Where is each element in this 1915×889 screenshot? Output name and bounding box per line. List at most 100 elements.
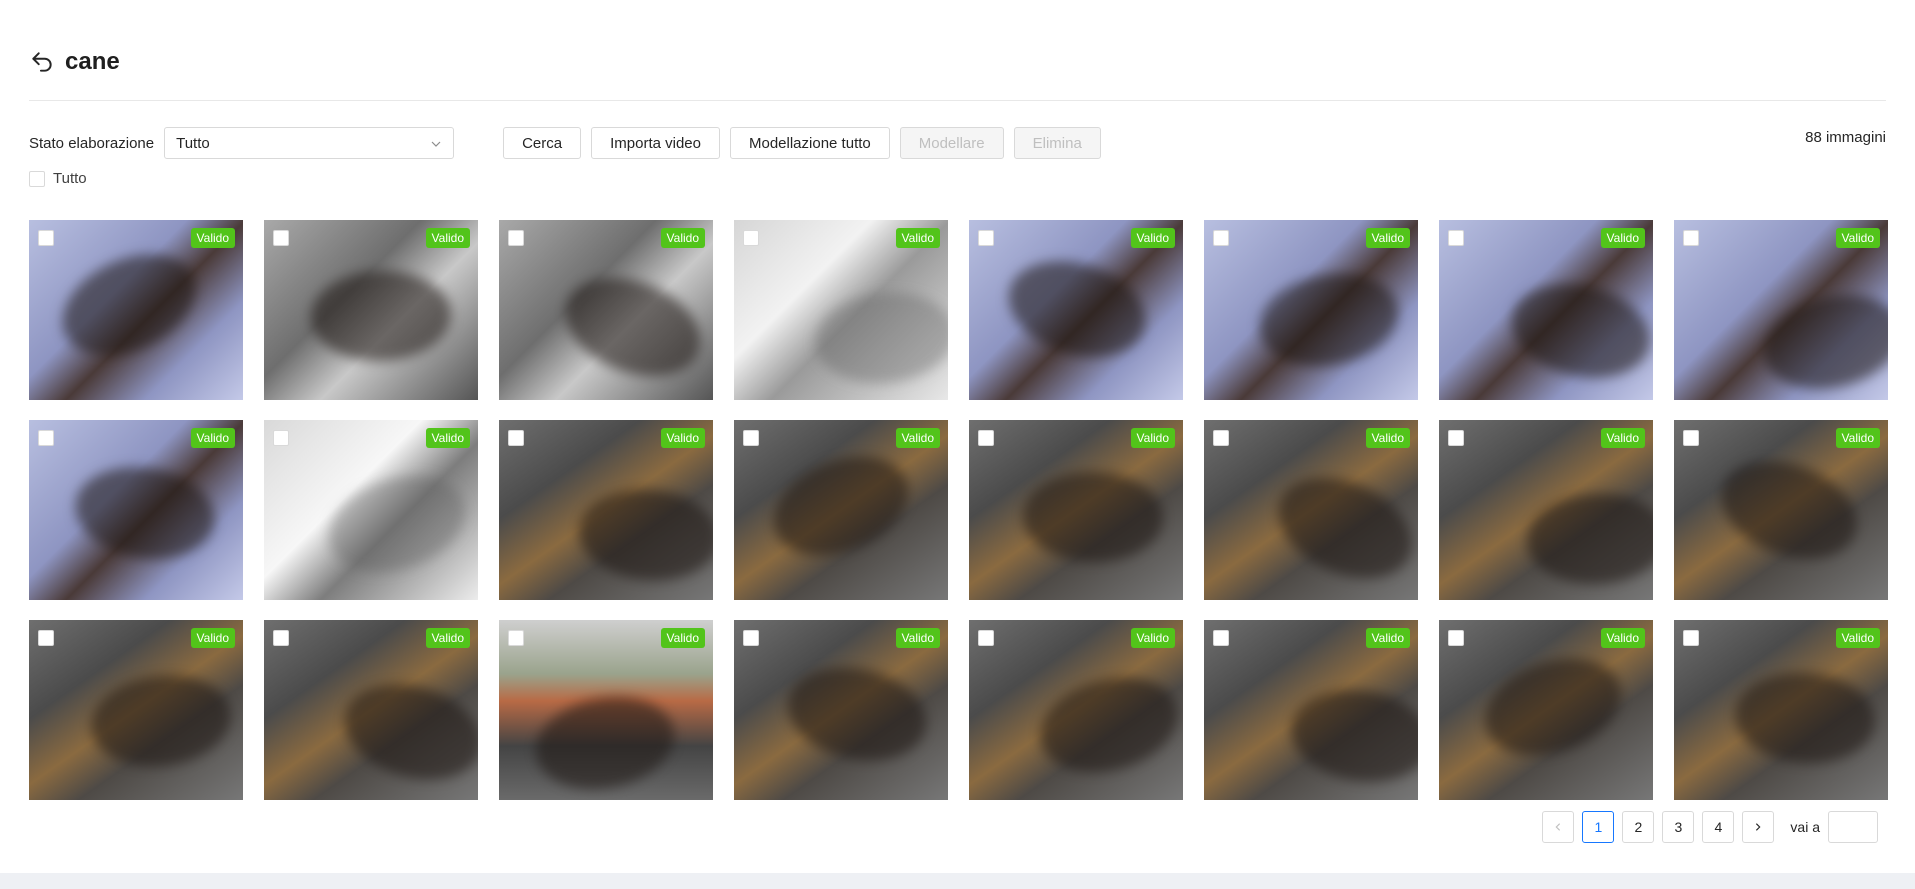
image-select-checkbox[interactable]	[1683, 630, 1699, 646]
model-all-button[interactable]: Modellazione tutto	[730, 127, 890, 159]
thumbnail-subject	[779, 655, 935, 773]
status-badge: Valido	[660, 428, 705, 448]
thumbnail-subject	[333, 669, 478, 795]
next-page-button[interactable]	[1742, 811, 1775, 843]
page-1-button[interactable]: 1	[1582, 811, 1615, 843]
image-card[interactable]: Valido	[1439, 220, 1653, 400]
page-2-button[interactable]: 2	[1622, 811, 1655, 843]
thumbnail-subject	[68, 457, 222, 569]
page-4-button[interactable]: 4	[1702, 811, 1735, 843]
image-select-checkbox[interactable]	[743, 230, 759, 246]
image-select-checkbox[interactable]	[38, 630, 54, 646]
image-select-checkbox[interactable]	[1683, 430, 1699, 446]
image-select-checkbox[interactable]	[1683, 230, 1699, 246]
status-badge: Valido	[425, 228, 470, 248]
image-select-checkbox[interactable]	[38, 230, 54, 246]
image-select-checkbox[interactable]	[978, 630, 994, 646]
status-badge: Valido	[1130, 628, 1175, 648]
image-card[interactable]: Valido	[29, 620, 243, 800]
thumbnail-subject	[759, 438, 923, 574]
status-badge: Valido	[895, 428, 940, 448]
status-badge: Valido	[1600, 428, 1645, 448]
image-select-checkbox[interactable]	[508, 430, 524, 446]
image-card[interactable]: Valido	[29, 220, 243, 400]
image-select-checkbox[interactable]	[273, 430, 289, 446]
image-card[interactable]: Valido	[734, 620, 948, 800]
image-select-checkbox[interactable]	[1213, 230, 1229, 246]
image-card[interactable]: Valido	[734, 420, 948, 600]
thumbnail-subject	[575, 484, 713, 586]
image-card[interactable]: Valido	[969, 620, 1183, 800]
image-card[interactable]: Valido	[1439, 420, 1653, 600]
model-button[interactable]: Modellare	[899, 127, 1004, 159]
thumbnail-subject	[810, 285, 948, 391]
image-card[interactable]: Valido	[499, 220, 713, 400]
thumbnail-subject	[1029, 663, 1183, 787]
image-card[interactable]: Valido	[1674, 220, 1888, 400]
image-card[interactable]: Valido	[1674, 420, 1888, 600]
image-select-checkbox[interactable]	[1213, 630, 1229, 646]
image-card[interactable]: Valido	[1204, 220, 1418, 400]
image-select-checkbox[interactable]	[743, 430, 759, 446]
image-card[interactable]: Valido	[1439, 620, 1653, 800]
image-card[interactable]: Valido	[264, 620, 478, 800]
image-card[interactable]: Valido	[734, 220, 948, 400]
action-buttons: Cerca Importa video Modellazione tutto M…	[503, 127, 1101, 159]
thumbnail-subject	[1472, 641, 1634, 773]
image-select-checkbox[interactable]	[978, 430, 994, 446]
image-card[interactable]: Valido	[499, 420, 713, 600]
image-select-checkbox[interactable]	[508, 630, 524, 646]
status-badge: Valido	[1365, 228, 1410, 248]
status-badge: Valido	[1835, 228, 1880, 248]
thumbnail-subject	[1502, 271, 1653, 391]
select-all[interactable]: Tutto	[29, 170, 87, 187]
import-video-button[interactable]: Importa video	[591, 127, 720, 159]
image-select-checkbox[interactable]	[743, 630, 759, 646]
thumbnail-subject	[527, 685, 683, 800]
image-card[interactable]: Valido	[264, 420, 478, 600]
image-select-checkbox[interactable]	[978, 230, 994, 246]
prev-page-button[interactable]	[1542, 811, 1575, 843]
image-select-checkbox[interactable]	[1448, 630, 1464, 646]
thumbnail-subject	[1252, 263, 1406, 377]
image-card[interactable]: Valido	[1674, 620, 1888, 800]
chevron-right-icon	[1756, 823, 1761, 831]
thumbnail-subject	[1285, 681, 1418, 791]
header-divider	[29, 100, 1886, 101]
thumbnail-subject	[46, 234, 212, 376]
status-badge: Valido	[895, 228, 940, 248]
status-filter-select[interactable]: Tutto	[164, 127, 455, 159]
status-badge: Valido	[660, 228, 705, 248]
image-card[interactable]: Valido	[499, 620, 713, 800]
image-select-checkbox[interactable]	[508, 230, 524, 246]
status-badge: Valido	[1130, 428, 1175, 448]
status-badge: Valido	[1130, 228, 1175, 248]
goto-page-input[interactable]	[1828, 811, 1878, 843]
status-badge: Valido	[660, 628, 705, 648]
page-3-button[interactable]: 3	[1662, 811, 1695, 843]
image-card[interactable]: Valido	[1204, 620, 1418, 800]
image-card[interactable]: Valido	[969, 420, 1183, 600]
undo-arrow-icon[interactable]	[29, 49, 55, 75]
image-card[interactable]: Valido	[1204, 420, 1418, 600]
thumbnail-subject	[1707, 443, 1871, 577]
thumbnail-subject	[1732, 668, 1878, 768]
status-badge: Valido	[1835, 428, 1880, 448]
image-select-checkbox[interactable]	[1448, 230, 1464, 246]
goto-label: vai a	[1790, 819, 1820, 835]
image-select-checkbox[interactable]	[273, 230, 289, 246]
status-badge: Valido	[1365, 428, 1410, 448]
search-button[interactable]: Cerca	[503, 127, 582, 159]
status-badge: Valido	[190, 228, 235, 248]
image-card[interactable]: Valido	[264, 220, 478, 400]
image-card[interactable]: Valido	[29, 420, 243, 600]
image-select-checkbox[interactable]	[1448, 430, 1464, 446]
status-badge: Valido	[190, 428, 235, 448]
image-select-checkbox[interactable]	[273, 630, 289, 646]
image-select-checkbox[interactable]	[38, 430, 54, 446]
delete-button[interactable]: Elimina	[1013, 127, 1101, 159]
image-select-checkbox[interactable]	[1213, 430, 1229, 446]
filter-label: Stato elaborazione	[29, 134, 155, 152]
select-all-checkbox[interactable]	[29, 170, 45, 187]
image-card[interactable]: Valido	[969, 220, 1183, 400]
